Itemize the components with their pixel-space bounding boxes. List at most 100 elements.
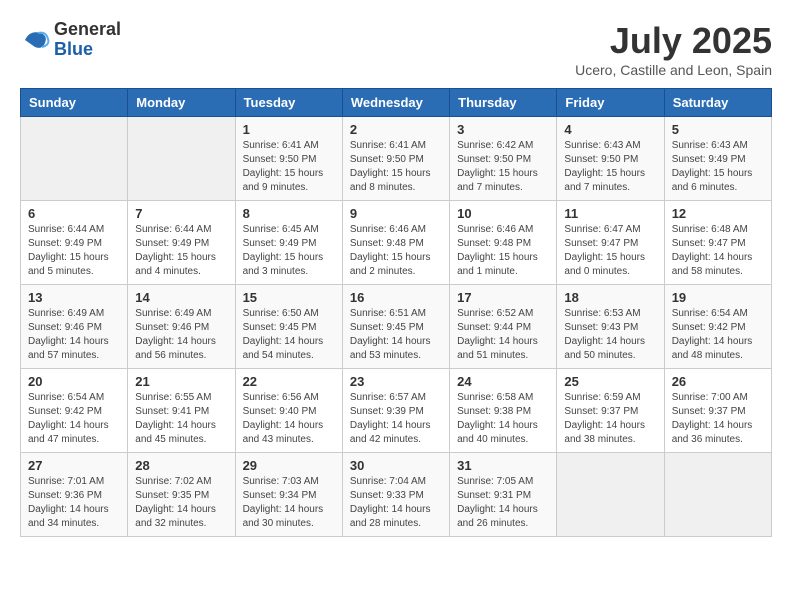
day-cell: 19 Sunrise: 6:54 AMSunset: 9:42 PMDayligh…	[664, 285, 771, 369]
day-cell: 20Sunrise: 6:54 AMSunset: 9:42 PMDayligh…	[21, 369, 128, 453]
day-info: Sunrise: 7:04 AMSunset: 9:33 PMDaylight:…	[350, 475, 442, 531]
day-info: Sunrise: 6:49 AMSunset: 9:46 PMDaylight:…	[28, 307, 120, 363]
day-cell: 25Sunrise: 6:59 AMSunset: 9:37 PMDayligh…	[557, 369, 664, 453]
page-header: General Blue July 2025 Ucero, Castille a…	[20, 20, 772, 78]
day-number: 20	[28, 374, 120, 389]
day-number: 10	[457, 206, 549, 221]
day-cell: 18 Sunrise: 6:53 AMSunset: 9:43 PMDayligh…	[557, 285, 664, 369]
day-cell: 24 Sunrise: 6:58 AMSunset: 9:38 PMDayligh…	[450, 369, 557, 453]
header-cell-tuesday: Tuesday	[235, 89, 342, 117]
day-info: Sunrise: 7:03 AMSunset: 9:34 PMDaylight:…	[243, 475, 335, 531]
day-cell	[664, 453, 771, 537]
day-info: Sunrise: 6:48 AMSunset: 9:47 PMDaylight:…	[672, 223, 764, 279]
day-number: 17	[457, 290, 549, 305]
day-info: Sunrise: 6:43 AMSunset: 9:49 PMDaylight:…	[672, 139, 764, 195]
day-info: Sunrise: 6:46 AMSunset: 9:48 PMDaylight:…	[457, 223, 549, 279]
day-cell: 11 Sunrise: 6:47 AMSunset: 9:47 PMDayligh…	[557, 201, 664, 285]
day-number: 12	[672, 206, 764, 221]
day-number: 5	[672, 122, 764, 137]
title-area: July 2025 Ucero, Castille and Leon, Spai…	[575, 20, 772, 78]
day-cell: 5 Sunrise: 6:43 AMSunset: 9:49 PMDaylight…	[664, 117, 771, 201]
day-cell: 17 Sunrise: 6:52 AMSunset: 9:44 PMDayligh…	[450, 285, 557, 369]
day-number: 19	[672, 290, 764, 305]
header-cell-sunday: Sunday	[21, 89, 128, 117]
location: Ucero, Castille and Leon, Spain	[575, 62, 772, 78]
day-info: Sunrise: 7:01 AMSunset: 9:36 PMDaylight:…	[28, 475, 120, 531]
day-info: Sunrise: 6:43 AMSunset: 9:50 PMDaylight:…	[564, 139, 656, 195]
day-cell: 2Sunrise: 6:41 AMSunset: 9:50 PMDaylight…	[342, 117, 449, 201]
day-cell: 1 Sunrise: 6:41 AMSunset: 9:50 PMDaylight…	[235, 117, 342, 201]
day-cell: 23 Sunrise: 6:57 AMSunset: 9:39 PMDayligh…	[342, 369, 449, 453]
day-number: 28	[135, 458, 227, 473]
day-cell: 22 Sunrise: 6:56 AMSunset: 9:40 PMDayligh…	[235, 369, 342, 453]
day-cell: 3 Sunrise: 6:42 AMSunset: 9:50 PMDaylight…	[450, 117, 557, 201]
day-number: 2	[350, 122, 442, 137]
day-cell: 27 Sunrise: 7:01 AMSunset: 9:36 PMDayligh…	[21, 453, 128, 537]
day-number: 22	[243, 374, 335, 389]
week-row-3: 13 Sunrise: 6:49 AMSunset: 9:46 PMDayligh…	[21, 285, 772, 369]
day-number: 6	[28, 206, 120, 221]
day-number: 3	[457, 122, 549, 137]
day-info: Sunrise: 6:52 AMSunset: 9:44 PMDaylight:…	[457, 307, 549, 363]
calendar-table: SundayMondayTuesdayWednesdayThursdayFrid…	[20, 88, 772, 537]
header-cell-saturday: Saturday	[664, 89, 771, 117]
day-number: 16	[350, 290, 442, 305]
day-cell: 8Sunrise: 6:45 AMSunset: 9:49 PMDaylight…	[235, 201, 342, 285]
day-info: Sunrise: 6:59 AMSunset: 9:37 PMDaylight:…	[564, 391, 656, 447]
day-info: Sunrise: 6:42 AMSunset: 9:50 PMDaylight:…	[457, 139, 549, 195]
day-cell: 13 Sunrise: 6:49 AMSunset: 9:46 PMDayligh…	[21, 285, 128, 369]
day-info: Sunrise: 6:44 AMSunset: 9:49 PMDaylight:…	[28, 223, 120, 279]
day-cell: 14 Sunrise: 6:49 AMSunset: 9:46 PMDayligh…	[128, 285, 235, 369]
day-info: Sunrise: 6:58 AMSunset: 9:38 PMDaylight:…	[457, 391, 549, 447]
week-row-1: 1 Sunrise: 6:41 AMSunset: 9:50 PMDaylight…	[21, 117, 772, 201]
day-cell: 10 Sunrise: 6:46 AMSunset: 9:48 PMDayligh…	[450, 201, 557, 285]
day-cell: 7Sunrise: 6:44 AMSunset: 9:49 PMDaylight…	[128, 201, 235, 285]
logo-general: General	[54, 20, 121, 40]
day-info: Sunrise: 6:55 AMSunset: 9:41 PMDaylight:…	[135, 391, 227, 447]
day-number: 14	[135, 290, 227, 305]
day-info: Sunrise: 6:49 AMSunset: 9:46 PMDaylight:…	[135, 307, 227, 363]
month-title: July 2025	[575, 20, 772, 62]
day-cell: 9Sunrise: 6:46 AMSunset: 9:48 PMDaylight…	[342, 201, 449, 285]
day-info: Sunrise: 6:56 AMSunset: 9:40 PMDaylight:…	[243, 391, 335, 447]
header-cell-monday: Monday	[128, 89, 235, 117]
day-info: Sunrise: 6:41 AMSunset: 9:50 PMDaylight:…	[243, 139, 335, 195]
header-cell-friday: Friday	[557, 89, 664, 117]
day-cell	[128, 117, 235, 201]
day-cell: 15Sunrise: 6:50 AMSunset: 9:45 PMDayligh…	[235, 285, 342, 369]
day-cell: 12 Sunrise: 6:48 AMSunset: 9:47 PMDayligh…	[664, 201, 771, 285]
day-info: Sunrise: 6:57 AMSunset: 9:39 PMDaylight:…	[350, 391, 442, 447]
day-number: 1	[243, 122, 335, 137]
day-info: Sunrise: 7:00 AMSunset: 9:37 PMDaylight:…	[672, 391, 764, 447]
logo-blue: Blue	[54, 40, 121, 60]
day-number: 24	[457, 374, 549, 389]
day-info: Sunrise: 6:54 AMSunset: 9:42 PMDaylight:…	[672, 307, 764, 363]
day-number: 21	[135, 374, 227, 389]
day-cell: 28Sunrise: 7:02 AMSunset: 9:35 PMDayligh…	[128, 453, 235, 537]
header-cell-thursday: Thursday	[450, 89, 557, 117]
day-info: Sunrise: 6:51 AMSunset: 9:45 PMDaylight:…	[350, 307, 442, 363]
day-info: Sunrise: 7:05 AMSunset: 9:31 PMDaylight:…	[457, 475, 549, 531]
day-number: 23	[350, 374, 442, 389]
day-cell: 31Sunrise: 7:05 AMSunset: 9:31 PMDayligh…	[450, 453, 557, 537]
day-number: 13	[28, 290, 120, 305]
day-number: 4	[564, 122, 656, 137]
day-info: Sunrise: 6:47 AMSunset: 9:47 PMDaylight:…	[564, 223, 656, 279]
day-info: Sunrise: 6:53 AMSunset: 9:43 PMDaylight:…	[564, 307, 656, 363]
day-cell: 30Sunrise: 7:04 AMSunset: 9:33 PMDayligh…	[342, 453, 449, 537]
day-cell: 6 Sunrise: 6:44 AMSunset: 9:49 PMDaylight…	[21, 201, 128, 285]
logo-text: General Blue	[54, 20, 121, 60]
header-cell-wednesday: Wednesday	[342, 89, 449, 117]
day-number: 27	[28, 458, 120, 473]
day-info: Sunrise: 6:44 AMSunset: 9:49 PMDaylight:…	[135, 223, 227, 279]
week-row-5: 27 Sunrise: 7:01 AMSunset: 9:36 PMDayligh…	[21, 453, 772, 537]
day-number: 18	[564, 290, 656, 305]
day-number: 9	[350, 206, 442, 221]
day-info: Sunrise: 6:45 AMSunset: 9:49 PMDaylight:…	[243, 223, 335, 279]
day-number: 11	[564, 206, 656, 221]
day-cell: 16 Sunrise: 6:51 AMSunset: 9:45 PMDayligh…	[342, 285, 449, 369]
day-cell	[21, 117, 128, 201]
day-cell	[557, 453, 664, 537]
week-row-2: 6 Sunrise: 6:44 AMSunset: 9:49 PMDaylight…	[21, 201, 772, 285]
day-cell: 26Sunrise: 7:00 AMSunset: 9:37 PMDayligh…	[664, 369, 771, 453]
